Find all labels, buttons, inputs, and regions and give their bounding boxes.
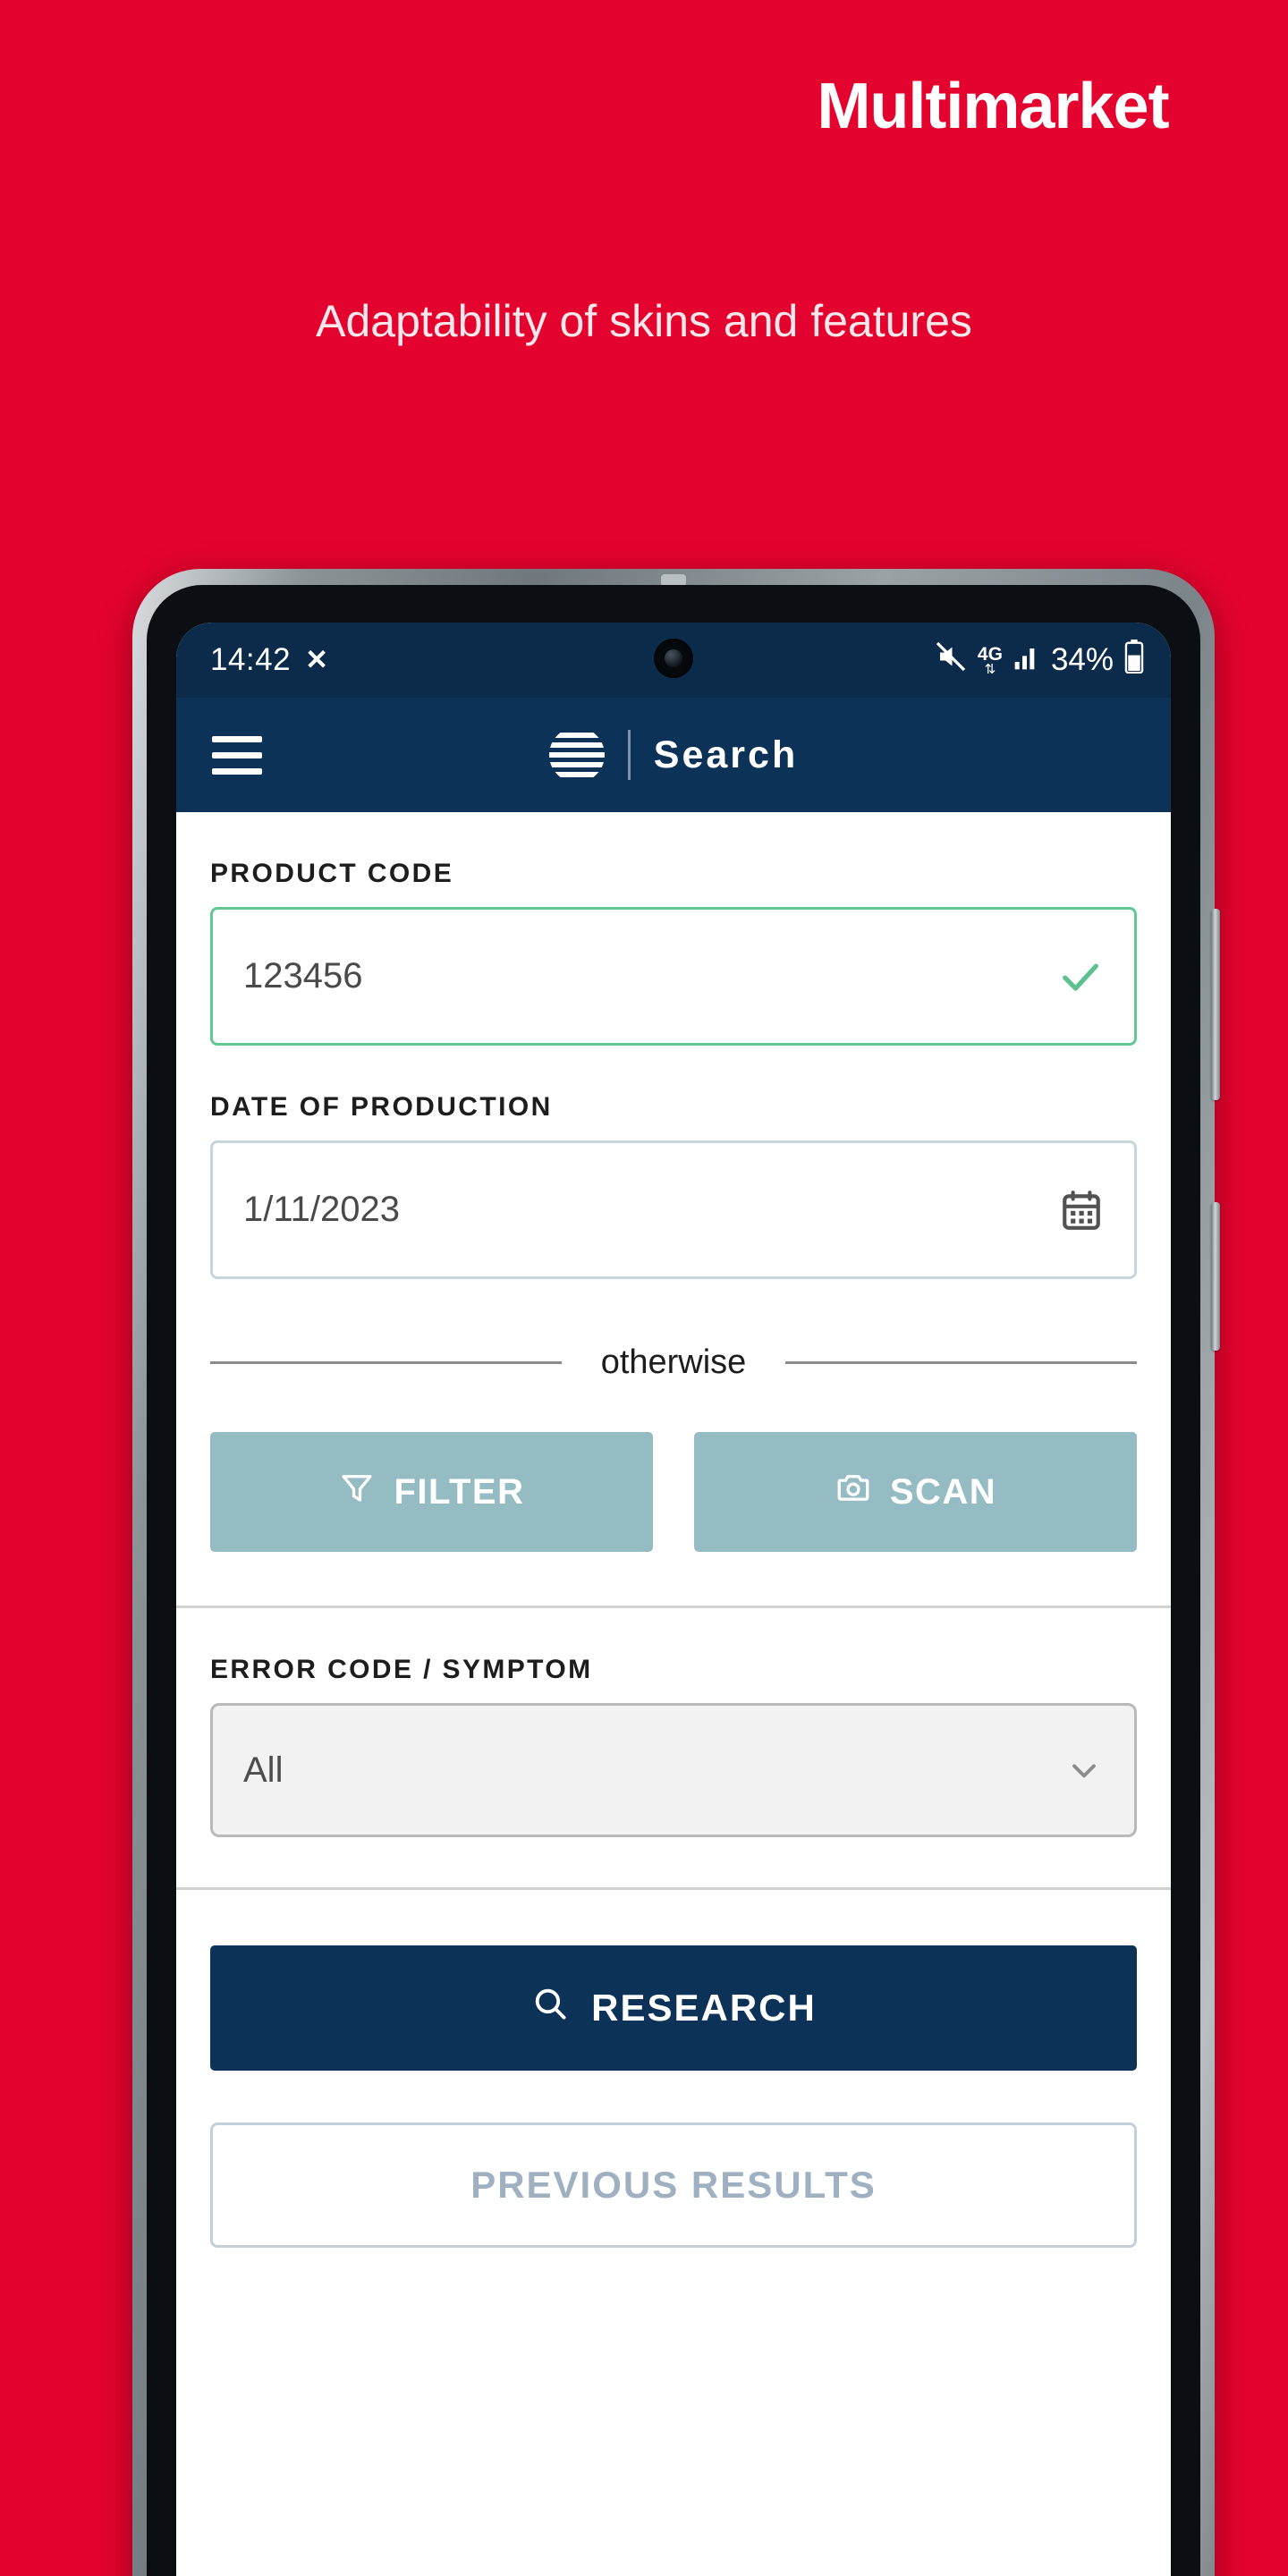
divider-text: otherwise — [600, 1343, 747, 1381]
scan-button-label: SCAN — [889, 1471, 997, 1512]
status-time: 14:42 — [210, 642, 292, 677]
search-criteria-section: PRODUCT CODE 123456 DATE OF PRODUCTION 1… — [176, 859, 1171, 1552]
previous-results-button[interactable]: PREVIOUS RESULTS — [210, 2123, 1137, 2248]
error-code-value: All — [243, 1750, 284, 1790]
striped-sphere-logo-icon — [548, 727, 605, 783]
filter-button-label: FILTER — [394, 1471, 525, 1512]
phone-mockup: 14:42 ✕ 4G ⇅ 34% Search PRODUCT CODE 123… — [132, 569, 1220, 2576]
screenshot-root: Multimarket Adaptability of skins and fe… — [0, 0, 1288, 2576]
status-bar-left: 14:42 ✕ — [210, 642, 328, 678]
phone-frame: 14:42 ✕ 4G ⇅ 34% Search PRODUCT CODE 123… — [132, 569, 1220, 2576]
battery-icon — [1124, 639, 1144, 682]
chevron-down-icon[interactable] — [1064, 1750, 1104, 1790]
product-code-label: PRODUCT CODE — [210, 859, 454, 888]
status-bar-right: 4G ⇅ 34% — [935, 639, 1144, 682]
error-code-section: ERROR CODE / SYMPTOM All — [176, 1655, 1171, 1887]
date-of-production-input[interactable]: 1/11/2023 — [210, 1140, 1137, 1279]
front-camera — [654, 639, 693, 678]
otherwise-divider: otherwise — [210, 1343, 1138, 1382]
alternate-actions-row: FILTER SCAN — [210, 1432, 1137, 1552]
product-code-input[interactable]: 123456 — [210, 907, 1137, 1046]
app-bar-center: Search — [212, 727, 1135, 783]
battery-percent: 34% — [1050, 642, 1114, 677]
divider-line-right — [785, 1361, 1138, 1364]
product-code-value: 123456 — [243, 956, 363, 996]
date-of-production-label: DATE OF PRODUCTION — [210, 1092, 553, 1122]
status-bar: 14:42 ✕ 4G ⇅ 34% — [176, 623, 1171, 698]
app-bar-divider — [627, 730, 631, 780]
error-code-select[interactable]: All — [210, 1703, 1137, 1837]
app-bar-title: Search — [653, 733, 799, 776]
camera-icon — [835, 1469, 872, 1515]
app-bar: Search — [176, 698, 1171, 812]
promo-title: Multimarket — [817, 71, 1169, 142]
network-type-indicator: 4G ⇅ — [977, 643, 1003, 677]
mute-icon — [935, 640, 967, 681]
search-icon — [530, 1984, 570, 2032]
actions-section: RESEARCH PREVIOUS RESULTS — [176, 1890, 1171, 2248]
date-of-production-value: 1/11/2023 — [243, 1190, 400, 1229]
section-divider-1 — [176, 1606, 1171, 1608]
power-button[interactable] — [1211, 1202, 1220, 1351]
filter-button[interactable]: FILTER — [210, 1432, 653, 1552]
signal-bars-icon — [1013, 642, 1040, 678]
promo-subtitle: Adaptability of skins and features — [316, 296, 972, 346]
research-button[interactable]: RESEARCH — [210, 1945, 1137, 2071]
x-icon: ✕ — [305, 644, 329, 675]
filter-icon — [338, 1469, 376, 1515]
scan-button[interactable]: SCAN — [694, 1432, 1137, 1552]
phone-screen: 14:42 ✕ 4G ⇅ 34% Search PRODUCT CODE 123… — [176, 623, 1171, 2576]
error-code-label: ERROR CODE / SYMPTOM — [210, 1655, 593, 1684]
calendar-icon[interactable] — [1059, 1188, 1104, 1233]
divider-line-left — [210, 1361, 562, 1364]
check-icon — [1057, 953, 1104, 1000]
app-content: PRODUCT CODE 123456 DATE OF PRODUCTION 1… — [176, 859, 1171, 2248]
previous-results-label: PREVIOUS RESULTS — [470, 2164, 877, 2206]
research-button-label: RESEARCH — [591, 1987, 817, 2029]
phone-bezel: 14:42 ✕ 4G ⇅ 34% Search PRODUCT CODE 123… — [147, 585, 1200, 2576]
volume-button[interactable] — [1211, 909, 1220, 1100]
